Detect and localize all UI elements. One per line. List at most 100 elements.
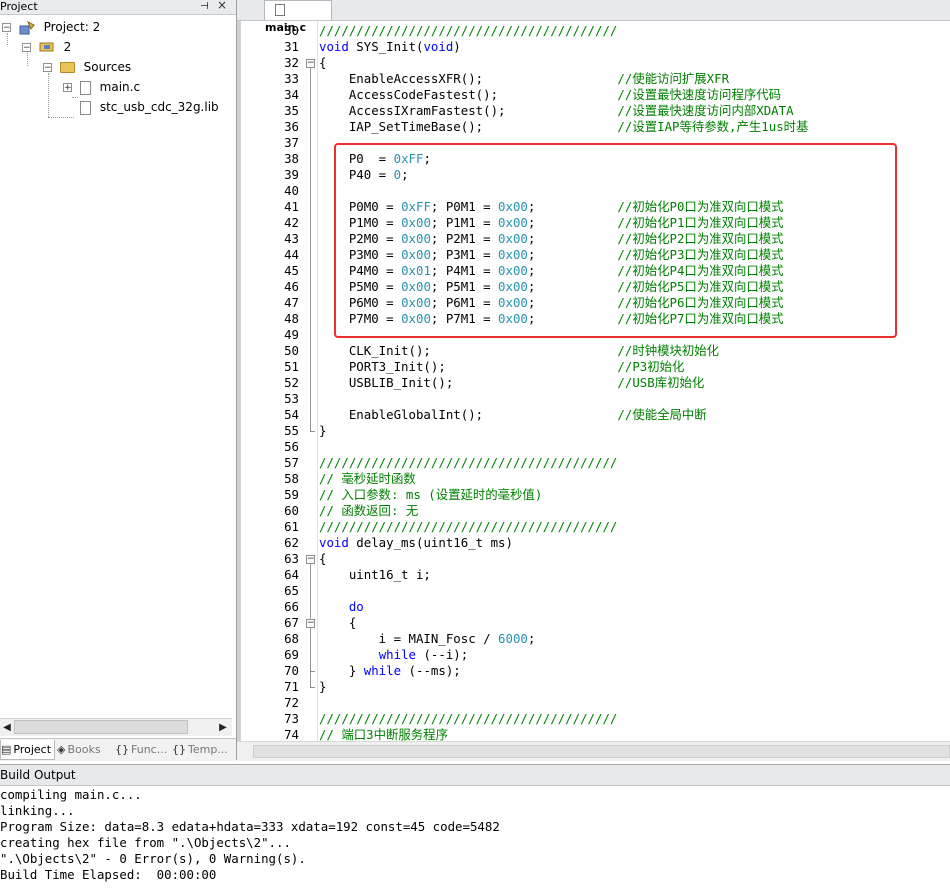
code-line[interactable]: 63 { bbox=[237, 551, 950, 567]
code-line[interactable]: 64 uint16_t i; bbox=[237, 567, 950, 583]
tree-item-target[interactable]: − 2 bbox=[22, 37, 71, 57]
code-line[interactable]: 60 // 函数返回: 无 bbox=[237, 503, 950, 519]
code-line[interactable]: 73 //////////////////////////////////////… bbox=[237, 711, 950, 727]
project-horizontal-scrollbar[interactable]: ◀ ▶ bbox=[0, 718, 232, 736]
scrollbar-thumb[interactable] bbox=[14, 720, 188, 734]
code-line[interactable]: 34 AccessCodeFastest(); //设置最快速度访问程序代码 bbox=[237, 87, 950, 103]
code-line[interactable]: 30 //////////////////////////////////////… bbox=[237, 23, 950, 39]
line-number: 71 bbox=[284, 679, 299, 694]
code-line[interactable]: 35 AccessIXramFastest(); //设置最快速度访问内部XDA… bbox=[237, 103, 950, 119]
code-line[interactable]: 61 //////////////////////////////////////… bbox=[237, 519, 950, 535]
close-icon[interactable]: × bbox=[217, 0, 227, 12]
code-line[interactable]: 51 PORT3_Init(); //P3初始化 bbox=[237, 359, 950, 375]
tree-item-sources[interactable]: − Sources bbox=[43, 57, 131, 77]
code-line[interactable]: 58 // 毫秒延时函数 bbox=[237, 471, 950, 487]
tab-label: Temp... bbox=[188, 743, 228, 756]
project-tab-icon: ▤ bbox=[1, 743, 12, 756]
line-number: 66 bbox=[284, 599, 299, 614]
code-line[interactable]: 66 do bbox=[237, 599, 950, 615]
line-number: 68 bbox=[284, 631, 299, 646]
pin-icon[interactable]: ⊣ bbox=[200, 0, 209, 13]
scrollbar-thumb[interactable] bbox=[253, 745, 950, 758]
code-line[interactable]: 31 void SYS_Init(void) bbox=[237, 39, 950, 55]
code-line[interactable]: 72 bbox=[237, 695, 950, 711]
functions-tab-icon: {} bbox=[115, 743, 129, 756]
tab-books[interactable]: ◈ Books bbox=[57, 740, 109, 759]
code-line[interactable]: 56 bbox=[237, 439, 950, 455]
code-line[interactable]: 36 IAP_SetTimeBase(); //设置IAP等待参数,产生1us时… bbox=[237, 119, 950, 135]
output-line: linking... bbox=[0, 803, 75, 818]
code-line[interactable]: 57 //////////////////////////////////////… bbox=[237, 455, 950, 471]
scroll-right-icon[interactable]: ▶ bbox=[216, 719, 230, 736]
fold-end-marker bbox=[310, 680, 315, 688]
code-area[interactable]: 30 //////////////////////////////////////… bbox=[237, 21, 950, 741]
tree-item-main-c[interactable]: + main.c bbox=[63, 77, 140, 97]
line-number: 53 bbox=[284, 391, 299, 406]
line-number: 70 bbox=[284, 663, 299, 678]
code-line[interactable]: 55} bbox=[237, 423, 950, 439]
code-line[interactable]: 33 EnableAccessXFR(); //使能访问扩展XFR bbox=[237, 71, 950, 87]
line-number: 69 bbox=[284, 647, 299, 662]
tab-main-c[interactable]: main.c bbox=[264, 0, 332, 34]
collapse-icon[interactable]: − bbox=[43, 63, 52, 73]
code-line[interactable]: 68 i = MAIN_Fosc / 6000; bbox=[237, 631, 950, 647]
line-number: 44 bbox=[284, 247, 299, 262]
line-number: 42 bbox=[284, 215, 299, 230]
line-number: 43 bbox=[284, 231, 299, 246]
scroll-left-icon[interactable]: ◀ bbox=[0, 719, 14, 736]
code-line[interactable]: 53 bbox=[237, 391, 950, 407]
code-line[interactable]: 52 USBLIB_Init(); //USB库初始化 bbox=[237, 375, 950, 391]
project-panel: Project ⊣ × − Project: 2 − 2 − Sources +… bbox=[0, 0, 237, 761]
line-number: 57 bbox=[284, 455, 299, 470]
collapse-icon[interactable]: − bbox=[22, 43, 31, 53]
collapse-icon[interactable]: − bbox=[2, 23, 11, 33]
code-text: // 端口3中断服务程序 bbox=[319, 727, 448, 741]
tab-label: Func... bbox=[131, 743, 168, 756]
project-tree: − Project: 2 − 2 − Sources + main.c stc_… bbox=[0, 15, 234, 715]
code-line[interactable]: 71} bbox=[237, 679, 950, 695]
code-line[interactable]: 70 } while (--ms); bbox=[237, 663, 950, 679]
tab-project[interactable]: ▤ Project bbox=[0, 740, 55, 760]
code-text: void SYS_Init(void) bbox=[319, 39, 461, 54]
line-number: 59 bbox=[284, 487, 299, 502]
line-number: 65 bbox=[284, 583, 299, 598]
fold-collapse-icon[interactable]: − bbox=[306, 555, 315, 564]
code-line[interactable]: 65 bbox=[237, 583, 950, 599]
code-text: { bbox=[319, 615, 357, 630]
code-text: //////////////////////////////////////// bbox=[319, 519, 618, 534]
expand-icon[interactable]: + bbox=[63, 83, 72, 93]
code-line[interactable]: 74 // 端口3中断服务程序 bbox=[237, 727, 950, 741]
line-number: 39 bbox=[284, 167, 299, 182]
line-number: 38 bbox=[284, 151, 299, 166]
code-text: void delay_ms(uint16_t ms) bbox=[319, 535, 513, 550]
tree-item-project[interactable]: − Project: 2 bbox=[2, 17, 100, 37]
code-text: PORT3_Init(); //P3初始化 bbox=[319, 359, 685, 374]
code-line[interactable]: 67 { bbox=[237, 615, 950, 631]
code-text: CLK_Init(); //时钟模块初始化 bbox=[319, 343, 720, 358]
output-line: ".\Objects\2" - 0 Error(s), 0 Warning(s)… bbox=[0, 851, 306, 866]
line-number: 45 bbox=[284, 263, 299, 278]
build-output-panel: Build Output compiling main.c... linking… bbox=[0, 764, 950, 890]
output-line: Build Time Elapsed: 00:00:00 bbox=[0, 867, 217, 882]
code-line[interactable]: 59 // 入口参数: ms (设置延时的毫秒值) bbox=[237, 487, 950, 503]
code-line[interactable]: 62 void delay_ms(uint16_t ms) bbox=[237, 535, 950, 551]
code-line[interactable]: 54 EnableGlobalInt(); //使能全局中断 bbox=[237, 407, 950, 423]
fold-collapse-icon[interactable]: − bbox=[306, 59, 315, 68]
line-number: 31 bbox=[284, 39, 299, 54]
build-output-title: Build Output bbox=[0, 765, 950, 786]
templates-tab-icon: {} bbox=[172, 743, 186, 756]
line-number: 35 bbox=[284, 103, 299, 118]
tree-item-lib[interactable]: stc_usb_cdc_32g.lib bbox=[80, 97, 219, 117]
tab-functions[interactable]: {} Func... bbox=[115, 740, 170, 759]
project-panel-title: Project bbox=[0, 0, 38, 13]
code-text: } while (--ms); bbox=[319, 663, 461, 678]
editor-horizontal-scrollbar[interactable] bbox=[237, 741, 950, 761]
code-line[interactable]: 50 CLK_Init(); //时钟模块初始化 bbox=[237, 343, 950, 359]
fold-collapse-icon[interactable]: − bbox=[306, 619, 315, 628]
line-number: 61 bbox=[284, 519, 299, 534]
tab-templates[interactable]: {} Temp... bbox=[172, 740, 232, 759]
project-panel-header: Project ⊣ × bbox=[0, 0, 236, 15]
code-line[interactable]: 69 while (--i); bbox=[237, 647, 950, 663]
output-line: creating hex file from ".\Objects\2"... bbox=[0, 835, 291, 850]
code-line[interactable]: 32 { bbox=[237, 55, 950, 71]
